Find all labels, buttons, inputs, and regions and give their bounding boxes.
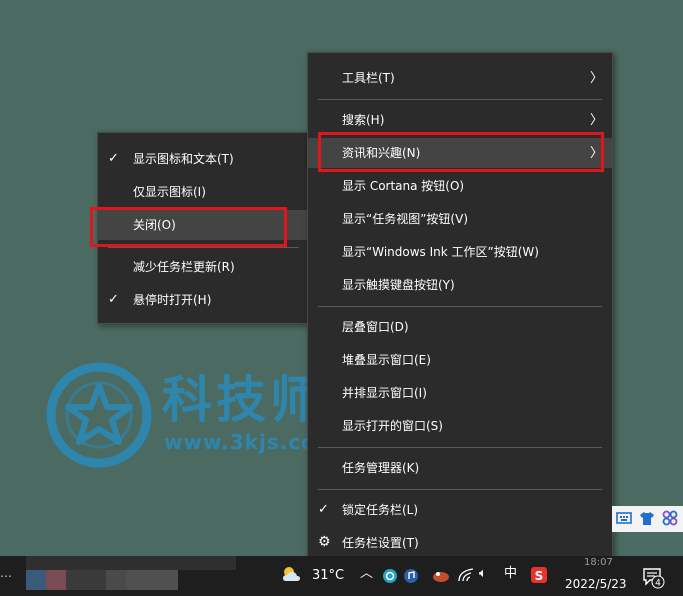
- gear-icon: ⚙: [318, 534, 331, 550]
- menu-divider: [318, 489, 602, 490]
- chevron-right-icon: 〉: [589, 113, 603, 128]
- chevron-up-icon[interactable]: ︿: [360, 566, 373, 582]
- news-interests-submenu: ✓ 显示图标和文本(T) 仅显示图标(I) 关闭(O) 减少任务栏更新(R) ✓…: [97, 132, 310, 324]
- clock-date[interactable]: 2022/5/23: [565, 577, 627, 591]
- blurred-app-icon[interactable]: [46, 570, 66, 590]
- menu-item-news-interests[interactable]: 资讯和兴趣(N) 〉: [308, 138, 612, 168]
- svg-text:S: S: [535, 569, 544, 583]
- blurred-region: [26, 556, 236, 570]
- watermark-title: 科技师: [162, 371, 324, 429]
- ime-indicator[interactable]: 中: [504, 566, 517, 582]
- checkmark-icon: ✓: [318, 502, 329, 517]
- notification-count-badge: 4: [655, 579, 661, 589]
- submenu-item-reduce-updates[interactable]: 减少任务栏更新(R): [98, 252, 309, 282]
- taskbar-context-menu: 工具栏(T) 〉 搜索(H) 〉 资讯和兴趣(N) 〉 显示 Cortana 按…: [307, 52, 613, 562]
- weather-partly-cloudy-icon[interactable]: [280, 565, 302, 583]
- menu-item-search[interactable]: 搜索(H) 〉: [308, 105, 612, 135]
- submenu-item-icon-only[interactable]: 仅显示图标(I): [98, 177, 309, 207]
- chevron-right-icon: 〉: [589, 71, 603, 86]
- menu-item-side-by-side[interactable]: 并排显示窗口(I): [308, 378, 612, 408]
- submenu-item-open-on-hover[interactable]: ✓ 悬停时打开(H): [98, 285, 309, 315]
- keyboard-icon[interactable]: [616, 510, 632, 526]
- volume-muted-icon[interactable]: 🔈︎: [479, 566, 487, 582]
- game-app-icon[interactable]: [432, 568, 450, 584]
- menu-item-task-manager[interactable]: 任务管理器(K): [308, 453, 612, 483]
- menu-divider: [318, 306, 602, 307]
- taskbar: … 31°C ︿ 🔈︎ 中 S 18:07 2022/5/23 4: [0, 556, 683, 596]
- menu-item-show-desktop[interactable]: 显示打开的窗口(S): [308, 411, 612, 441]
- menu-item-taskbar-settings[interactable]: ⚙ 任务栏设置(T): [308, 528, 612, 558]
- checkmark-icon: ✓: [108, 151, 119, 166]
- blurred-app-icon[interactable]: [106, 570, 126, 590]
- clock-time[interactable]: 18:07: [584, 557, 613, 569]
- menu-divider: [318, 99, 602, 100]
- apps-grid-icon[interactable]: [662, 510, 678, 526]
- taskbar-overflow-text: …: [0, 566, 12, 580]
- menu-item-show-cortana[interactable]: 显示 Cortana 按钮(O): [308, 171, 612, 201]
- menu-item-toolbars[interactable]: 工具栏(T) 〉: [308, 63, 612, 93]
- checkmark-icon: ✓: [108, 292, 119, 307]
- menu-item-stack-windows[interactable]: 堆叠显示窗口(E): [308, 345, 612, 375]
- blurred-app-icon[interactable]: [26, 570, 46, 590]
- mini-tray-toolbar: [612, 506, 683, 532]
- blurred-app-icon[interactable]: [126, 570, 178, 590]
- menu-item-lock-taskbar[interactable]: ✓ 锁定任务栏(L): [308, 495, 612, 525]
- menu-item-show-task-view[interactable]: 显示“任务视图”按钮(V): [308, 204, 612, 234]
- blurred-app-icon[interactable]: [66, 570, 106, 590]
- sogou-input-icon[interactable]: S: [530, 566, 548, 584]
- music-app-icon[interactable]: [403, 568, 419, 584]
- chevron-right-icon: 〉: [589, 146, 603, 161]
- submenu-item-close[interactable]: 关闭(O): [98, 210, 309, 240]
- menu-item-cascade-windows[interactable]: 层叠窗口(D): [308, 312, 612, 342]
- shirt-icon[interactable]: [639, 510, 655, 526]
- menu-item-show-windows-ink[interactable]: 显示“Windows Ink 工作区”按钮(W): [308, 237, 612, 267]
- search-app-icon[interactable]: [382, 568, 398, 584]
- submenu-divider: [108, 247, 299, 248]
- submenu-item-show-icon-text[interactable]: ✓ 显示图标和文本(T): [98, 144, 309, 174]
- notification-center-icon[interactable]: 4: [641, 565, 665, 589]
- star-emblem-icon: [46, 362, 152, 468]
- menu-divider: [318, 447, 602, 448]
- wifi-icon[interactable]: [457, 567, 475, 583]
- weather-temperature[interactable]: 31°C: [312, 568, 344, 583]
- menu-item-show-touch-keyboard[interactable]: 显示触摸键盘按钮(Y): [308, 270, 612, 300]
